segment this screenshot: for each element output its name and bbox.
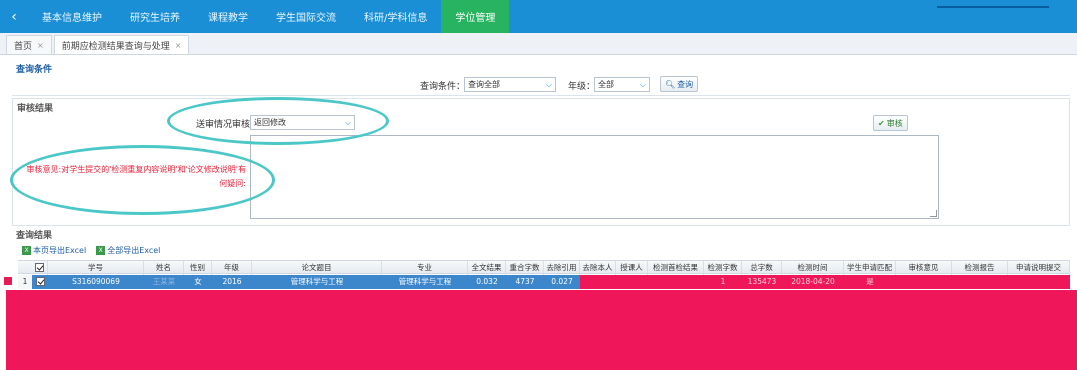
chevron-down-icon: ⌵	[639, 80, 646, 89]
nav-item-intl-exchange[interactable]: 学生国际交流	[262, 0, 350, 33]
condition-select-value: 查询全部	[468, 80, 500, 89]
column-header[interactable]: 授课人	[616, 261, 648, 275]
cell-gender: 女	[194, 277, 202, 286]
export-page-button[interactable]: X 本页导出Excel	[22, 243, 86, 257]
tab-bar: 首页 × 前期应检测结果查询与处理 ×	[0, 33, 1077, 55]
cell-overlap-words: 4737	[515, 277, 535, 286]
nav-item-research-info[interactable]: 科研/学科信息	[350, 0, 441, 33]
column-header[interactable]: 年级	[212, 261, 252, 275]
nav-item-degree-management[interactable]: 学位管理	[441, 0, 510, 33]
column-header[interactable]: 学号	[48, 261, 144, 275]
column-header[interactable]: 申请说明提交	[1008, 261, 1070, 275]
audit-comment-textarea[interactable]	[250, 135, 939, 219]
cell-thesis-title: 管理科学与工程	[290, 277, 344, 286]
checkmark-icon: ✔	[878, 118, 885, 128]
column-header[interactable]: 学生申请匹配	[844, 261, 896, 275]
excel-icon: X	[96, 245, 106, 255]
cell-check-date: 2018-04-20	[791, 277, 835, 286]
excel-icon: X	[22, 245, 31, 255]
nav-right-decor	[937, 6, 1049, 8]
export-page-label: 本页导出Excel	[33, 245, 87, 255]
redaction-block	[6, 290, 1077, 370]
chevron-down-icon: ⌵	[545, 80, 552, 89]
column-header[interactable]: 去除本人	[580, 261, 616, 275]
column-header[interactable]: 审核意见	[896, 261, 952, 275]
header-select-all[interactable]	[32, 261, 48, 275]
export-all-label: 全部导出Excel	[107, 245, 161, 255]
column-header[interactable]: 全文结果	[468, 261, 506, 275]
cell-major: 管理科学与工程	[398, 277, 452, 286]
query-panel-title: 查询条件	[16, 65, 53, 75]
cell-remove-citation: 0.027	[551, 277, 573, 286]
nav-item-basic-info[interactable]: 基本信息维护	[28, 0, 116, 33]
cell-full-result: 0.032	[476, 277, 498, 286]
cell-check-words: 1	[720, 277, 726, 286]
resize-handle-icon[interactable]	[930, 210, 937, 217]
row-number: 1	[18, 275, 32, 289]
row-checkbox[interactable]	[32, 275, 48, 289]
column-header[interactable]: 姓名	[144, 261, 184, 275]
cell-apply-match: 是	[866, 277, 874, 286]
back-arrow-icon[interactable]: ‹	[0, 0, 28, 33]
results-title: 查询结果	[16, 231, 53, 241]
condition-label: 查询条件：	[420, 82, 466, 92]
close-icon[interactable]: ×	[37, 41, 44, 50]
condition-select[interactable]: 查询全部 ⌵	[464, 77, 556, 92]
column-header[interactable]: 检测时间	[782, 261, 844, 275]
query-panel: 查询条件 查询条件： 查询全部 ⌵ 年级： 全部 ⌵ 🔍︎ 查询	[12, 60, 1070, 96]
checkbox-icon	[35, 263, 44, 272]
approve-button-label: 审核	[886, 118, 903, 128]
cell-name: 王某某	[152, 277, 176, 286]
column-header[interactable]: 检测字数	[704, 261, 742, 275]
table-header: 学号 姓名 性别 年级 论文题目 专业 全文结果 重合字数 去除引用 去除本人 …	[18, 260, 1070, 275]
audit-panel-title: 审核结果	[17, 104, 54, 114]
column-header[interactable]: 检测首检结果	[648, 261, 704, 275]
export-toolbar: X 本页导出Excel X 全部导出Excel	[22, 243, 160, 257]
checkbox-icon	[35, 277, 45, 286]
column-header[interactable]: 重合字数	[506, 261, 544, 275]
nav-item-course-teaching[interactable]: 课程教学	[194, 0, 262, 33]
cell-grade: 2016	[222, 277, 242, 286]
tab-detection-results[interactable]: 前期应检测结果查询与处理 ×	[53, 35, 190, 54]
grade-select[interactable]: 全部 ⌵	[594, 77, 650, 92]
nav-item-postgrad-training[interactable]: 研究生培养	[116, 0, 194, 33]
tab-home-label: 首页	[14, 41, 33, 52]
annotation-ellipse-status	[167, 97, 389, 145]
grade-select-value: 全部	[598, 80, 614, 89]
search-button[interactable]: 🔍︎ 查询	[660, 76, 699, 92]
column-header[interactable]: 专业	[382, 261, 468, 275]
column-header[interactable]: 总字数	[742, 261, 782, 275]
tab-detection-label: 前期应检测结果查询与处理	[61, 41, 170, 52]
column-header[interactable]: 论文题目	[252, 261, 382, 275]
column-header[interactable]: 去除引用	[544, 261, 580, 275]
cell-total-words: 135473	[747, 277, 777, 286]
annotation-ellipse-question	[10, 145, 275, 215]
search-icon: 🔍︎	[665, 79, 676, 89]
export-all-button[interactable]: X 全部导出Excel	[96, 243, 160, 257]
top-navigation: ‹ 基本信息维护 研究生培养 课程教学 学生国际交流 科研/学科信息 学位管理	[0, 0, 1077, 33]
search-button-label: 查询	[677, 79, 694, 89]
cell-student-id: S316090069	[72, 277, 120, 286]
tab-home[interactable]: 首页 ×	[6, 35, 52, 54]
table-row[interactable]: 1 S316090069 王某某 女 2016 管理科学与工程 管理科学与工程 …	[18, 275, 1070, 289]
approve-button[interactable]: ✔ 审核	[873, 115, 908, 131]
close-icon[interactable]: ×	[175, 41, 182, 50]
row-marker-icon	[4, 277, 12, 285]
grade-label: 年级：	[568, 82, 596, 92]
column-header[interactable]: 性别	[184, 261, 212, 275]
column-header[interactable]: 检测报告	[952, 261, 1008, 275]
